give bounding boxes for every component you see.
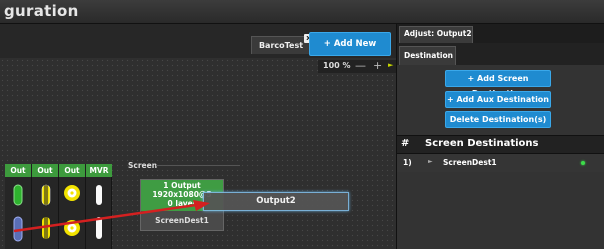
outputs-panel: Out Out Out MVR — [5, 164, 112, 249]
system-tab-strip: BarcoTest x + Add New System — [0, 24, 396, 71]
tab-barcotest[interactable]: BarcoTest — [251, 36, 311, 54]
destination-name: ScreenDest1 — [443, 158, 497, 167]
dragged-output-item[interactable]: Output2 — [203, 192, 349, 211]
output-header-1: Out — [5, 164, 31, 177]
output-header-3: Out — [59, 164, 85, 177]
add-aux-destination-button[interactable]: + Add Aux Destination — [445, 91, 551, 108]
zoom-out-button[interactable]: — — [355, 59, 366, 72]
zoom-in-button[interactable]: + — [373, 59, 382, 72]
hdmi-connector-icon[interactable] — [41, 184, 51, 206]
mvr-connector-icon[interactable] — [94, 216, 104, 240]
adjust-panel: Adjust: Output2 Destination + Add Screen… — [396, 24, 604, 249]
screen-destinations-header: # Screen Destinations — [397, 135, 604, 154]
hdmi-connector-icon[interactable] — [41, 216, 51, 240]
add-screen-destination-button[interactable]: + Add Screen Destination — [445, 70, 551, 98]
screen-name: ScreenDest1 — [155, 216, 209, 225]
sdi-connector-icon[interactable] — [63, 219, 81, 237]
list-item[interactable]: 1) ► ScreenDest1 — [397, 154, 604, 172]
destination-panel-body: + Add Screen Destination + Add Aux Desti… — [397, 65, 604, 249]
tab-destination[interactable]: Destination — [399, 46, 456, 65]
zoom-level: 100 % — [323, 61, 351, 70]
system-canvas: BarcoTest x + Add New System 100 % — + ►… — [0, 24, 396, 249]
section-title: Screen Destinations — [425, 138, 539, 149]
zoom-controls: 100 % — + ► — [318, 59, 396, 73]
mvr-connector-icon[interactable] — [94, 184, 104, 206]
add-new-system-button[interactable]: + Add New System — [309, 32, 391, 71]
output-header-mvr: MVR — [86, 164, 112, 177]
screen-outputs-count: 1 Output — [163, 181, 201, 190]
column-number-header: # — [401, 138, 410, 149]
title-bar: guration — [0, 0, 604, 24]
zoom-more-icon[interactable]: ► — [388, 61, 393, 69]
adjust-header: Adjust: Output2 — [397, 24, 604, 43]
window-title: guration — [4, 2, 79, 20]
sdi-connector-icon[interactable] — [63, 184, 81, 202]
divider — [156, 165, 240, 166]
displayport-selected-icon[interactable] — [13, 216, 23, 242]
delete-destinations-button[interactable]: Delete Destination(s) — [445, 111, 551, 128]
destination-tab-strip: Destination — [397, 43, 604, 65]
screen-section-label: Screen — [128, 161, 158, 170]
tab-adjust-output2[interactable]: Adjust: Output2 — [399, 26, 473, 43]
status-indicator-icon — [581, 161, 585, 165]
output-header-2: Out — [32, 164, 58, 177]
row-number: 1) — [403, 158, 412, 167]
expand-icon[interactable]: ► — [428, 158, 433, 165]
displayport-connector-icon[interactable] — [13, 184, 23, 206]
